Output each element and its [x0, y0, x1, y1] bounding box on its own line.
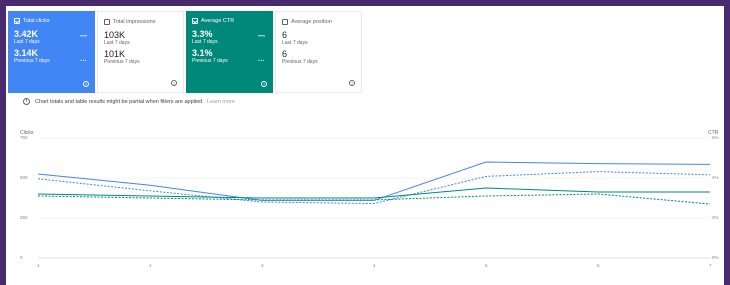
x-tick: 3 — [261, 263, 264, 268]
clicks-previous-series-line — [37, 171, 711, 205]
x-tick: 7 — [709, 263, 712, 268]
y-tick-left: 0 — [20, 255, 23, 260]
search-console-performance-panel: Total clicks 3.42K Last 7 days — 3.14K P… — [6, 6, 724, 285]
y-tick-right: 0% — [712, 255, 719, 260]
x-tick: 6 — [597, 263, 600, 268]
x-tick: 1 — [37, 263, 40, 268]
y-tick-left: 500 — [20, 175, 28, 180]
x-tick: 4 — [373, 263, 376, 268]
y-tick-left: 250 — [20, 215, 28, 220]
y-tick-left: 750 — [20, 135, 28, 140]
y-tick-right: 4% — [712, 175, 719, 180]
x-tick: 2 — [149, 263, 152, 268]
performance-line-chart — [37, 137, 711, 259]
ctr-current-series-line — [37, 187, 710, 199]
x-tick: 5 — [485, 263, 488, 268]
y-tick-right: 2% — [712, 215, 719, 220]
y-tick-right: 6% — [712, 135, 719, 140]
